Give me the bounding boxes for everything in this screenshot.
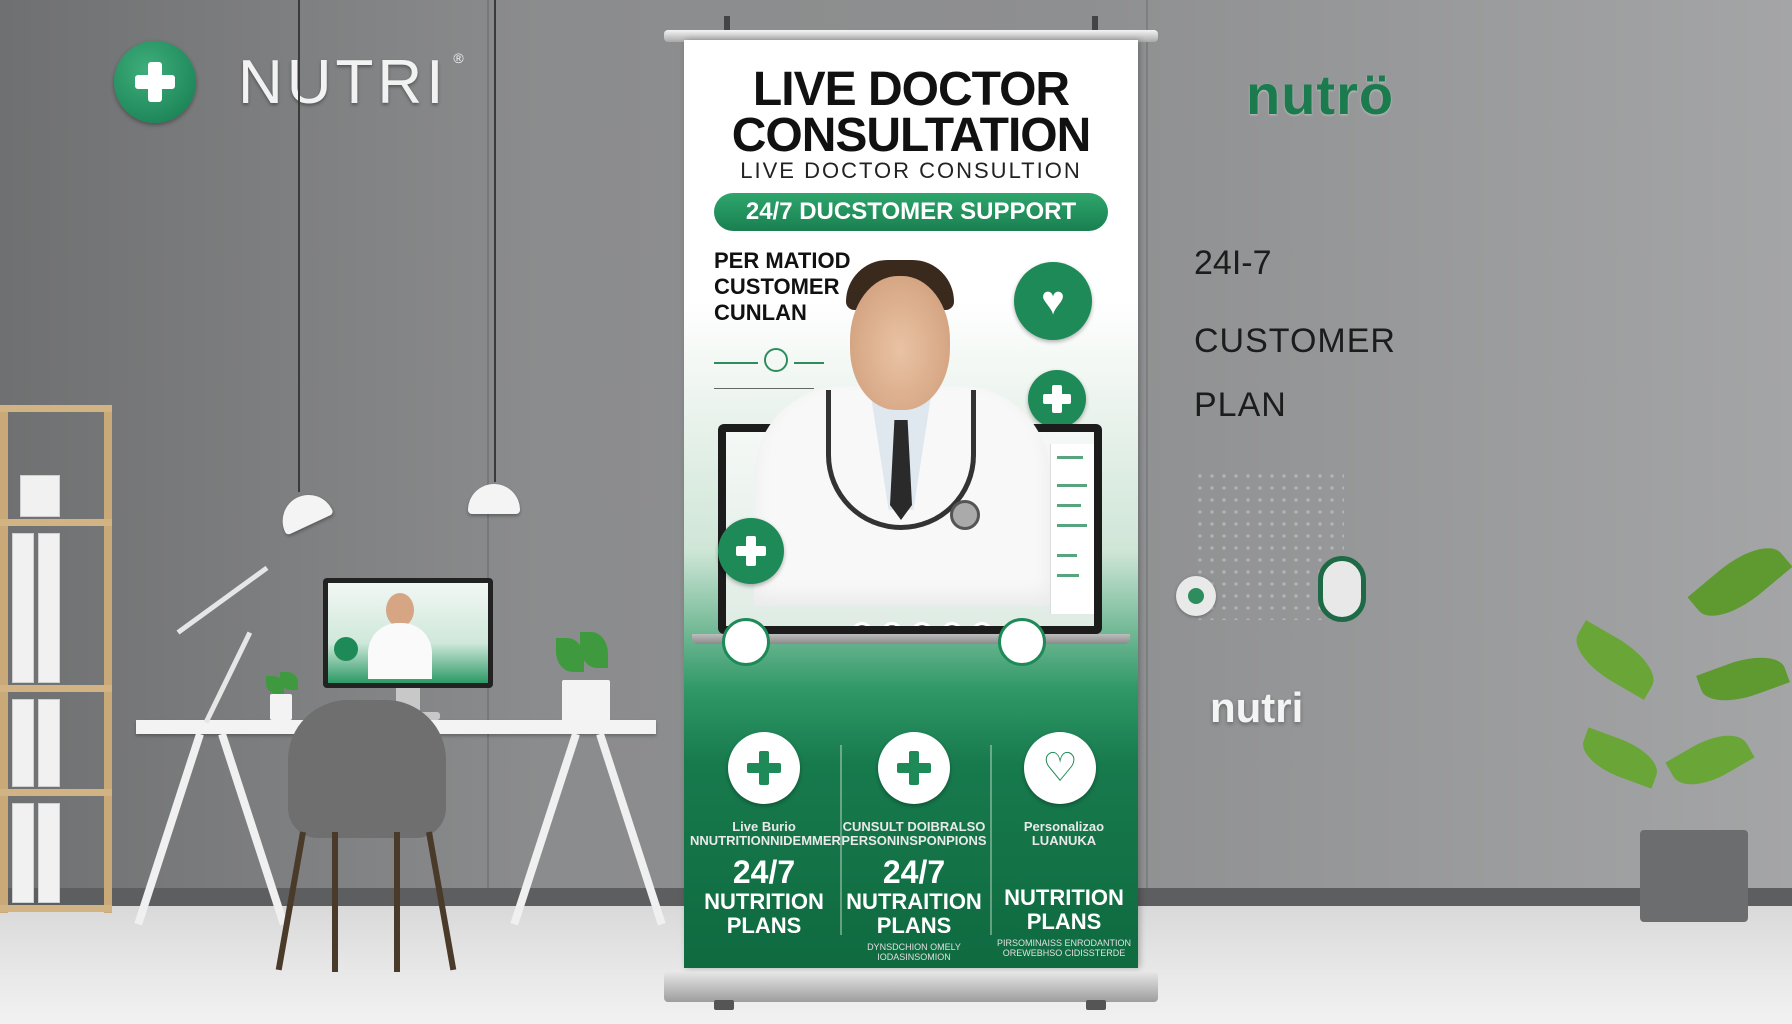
banner-title-line-2: CONSULTATION — [731, 109, 1092, 162]
banner-mini-line — [794, 362, 824, 364]
plus-icon — [728, 732, 800, 804]
banner-foot — [714, 1000, 734, 1010]
column-tiny-text: PIRSOMINAISS ENRODANTION OREWEBHSO CIDIS… — [996, 938, 1131, 958]
call-control-button[interactable] — [852, 622, 872, 626]
pendant-cord — [298, 0, 300, 492]
stethoscope-bell — [950, 500, 980, 530]
side-text-line: CUSTOMER — [714, 274, 840, 299]
pendant-cord — [494, 0, 496, 482]
heart-icon: ♥ — [1014, 262, 1092, 340]
plus-icon — [878, 732, 950, 804]
column-mid-text: NUTRITION PLANS — [1004, 885, 1124, 934]
side-text-line: CUNLAN — [714, 300, 807, 325]
column-mid-text: NUTRAITION PLANS — [846, 889, 982, 938]
plant-pot — [270, 694, 292, 720]
stethoscope-icon — [1318, 556, 1366, 622]
heart-icon: ♡ — [1024, 732, 1096, 804]
wall-logo-right: nutrö — [1246, 63, 1395, 126]
rollup-banner: LIVE DOCTOR CONSULTATION LIVE DOCTOR CON… — [684, 40, 1138, 968]
end-call-button[interactable] — [972, 622, 992, 626]
call-control-button[interactable] — [942, 622, 962, 626]
wall-round-icon — [1176, 576, 1216, 616]
bookshelf — [0, 405, 112, 913]
banner-subtitle: LIVE DOCTOR CONSULTION — [740, 158, 1082, 183]
plant-pot — [1640, 830, 1748, 922]
desk-monitor — [323, 578, 493, 688]
call-control-button[interactable] — [882, 622, 902, 626]
banner-mini-line — [714, 388, 814, 389]
wall-seam — [1146, 0, 1148, 905]
side-text-line: PER MATIOD — [714, 248, 851, 273]
wall-text-plan: PLAN — [1194, 386, 1287, 424]
banner-support-pill: 24/7 DUCSTOMER SUPPORT — [714, 193, 1108, 231]
column-small-label: Personalizao LUANUKA — [1023, 819, 1105, 848]
banner-title-line-1: LIVE DOCTOR — [752, 63, 1070, 116]
banner-circle-icon — [998, 618, 1046, 666]
column-big-text: 24/7 — [882, 854, 946, 890]
call-side-panel — [1050, 444, 1094, 614]
plant-leaf — [280, 672, 298, 690]
wall-logo-left: NUTRI ® — [114, 41, 464, 123]
doctor-face — [850, 276, 950, 410]
banner-side-text: PER MATIOD CUSTOMER CUNLAN — [714, 248, 850, 326]
banner-mini-line — [714, 362, 758, 364]
column-small-label: CUNSULT DOIBRALSO PERSONINSPONPIONS — [841, 819, 987, 848]
wall-text-customer: CUSTOMER — [1194, 322, 1396, 360]
wall-logo-nutri: nutri — [1210, 684, 1304, 731]
banner-circle-icon — [722, 618, 770, 666]
plant-pot — [562, 680, 610, 722]
registered-mark: ® — [453, 50, 464, 66]
banner-mini-icon — [764, 348, 788, 372]
wall-text-24-7: 24I-7 — [1194, 244, 1272, 282]
chair-leg — [332, 832, 338, 972]
plus-icon — [1028, 370, 1086, 428]
column-small-label: Live Burio NNUTRITIONNIDEMMER — [690, 819, 841, 848]
wall-seam — [487, 0, 489, 905]
column-big-text: 24/7 — [732, 854, 796, 890]
banner-foot — [1086, 1000, 1106, 1010]
chair — [288, 700, 446, 838]
banner-base — [664, 972, 1158, 1002]
plus-icon — [718, 518, 784, 584]
column-mid-text: NUTRITION PLANS — [704, 889, 824, 938]
logo-wordmark: NUTRI — [238, 47, 448, 117]
call-control-button[interactable] — [912, 622, 932, 626]
chair-leg — [394, 832, 400, 972]
column-tiny-text: DYNSDCHION OMELY IODASINSOMION — [867, 942, 961, 962]
plus-circle-icon — [114, 41, 196, 123]
